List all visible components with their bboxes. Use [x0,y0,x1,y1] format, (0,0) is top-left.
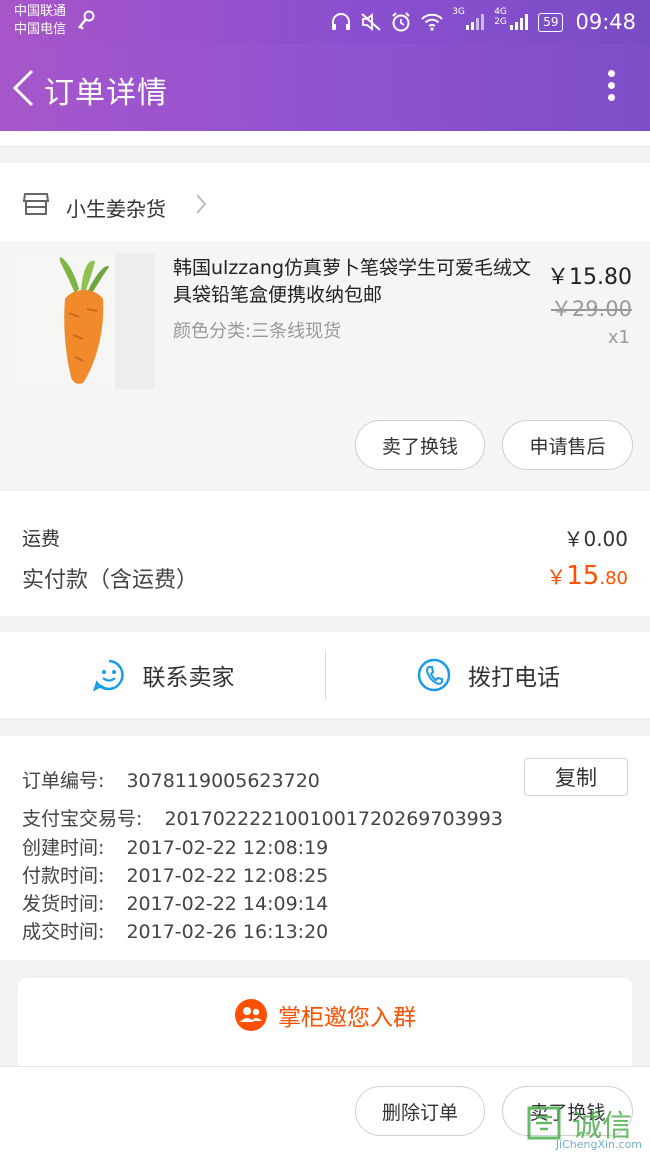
battery-indicator: 59 [538,12,564,32]
shop-icon [22,193,50,215]
shop-name[interactable]: 小生姜杂货 [66,193,166,222]
status-icons: 3G 4G 2G 59 09:48 [330,0,636,44]
product-image[interactable] [17,253,155,389]
paid-amount-value: ￥15.80 [546,561,628,591]
watermark-url: JiChengXin.com [555,1138,642,1151]
nav-bar: 订单详情 [0,44,650,131]
product-item[interactable]: 韩国ulzzang仿真萝卜笔袋学生可爱毛绒文具袋铅笔盒便携收纳包邮 颜色分类:三… [0,241,650,490]
product-price: ￥15.80 [547,265,632,290]
contact-seller-label: 联系卖家 [142,665,235,691]
paid-time-label: 付款时间: [22,865,105,887]
order-number-row: 订单编号: 3078119005623720 [22,766,320,793]
chat-smile-icon [92,659,124,692]
paid-amount-label: 实付款（含运费） [22,568,199,593]
paid-time: 2017-02-22 12:08:25 [126,865,329,887]
shipped-time: 2017-02-22 14:09:14 [126,893,329,915]
order-number: 3078119005623720 [126,770,320,792]
more-menu-icon[interactable] [608,70,616,106]
order-info: 订单编号: 3078119005623720 复制 支付宝交易号: 201702… [0,736,650,960]
bottom-action-bar: 删除订单 卖了换钱 诚信 JiChengXin.com [0,1066,650,1155]
apply-aftersale-button[interactable]: 申请售后 [502,420,633,470]
product-variant: 颜色分类:三条线现货 [173,321,342,342]
wifi-icon [421,13,443,31]
delete-order-button[interactable]: 删除订单 [355,1086,485,1136]
headphones-icon [332,13,351,30]
status-bar: 中国联通 中国电信 3G 4G 2G 59 09:48 [0,0,650,44]
paid-time-row: 付款时间: 2017-02-22 12:08:25 [22,861,328,888]
created-time-row: 创建时间: 2017-02-22 12:08:19 [22,833,328,860]
mute-icon [361,13,381,31]
contact-seller-button[interactable]: 联系卖家 [0,632,325,718]
group-invite-card[interactable]: 掌柜邀您入群 [18,978,632,1078]
carrier-1: 中国联通 [14,4,67,19]
carrot-pencil-case-image [17,253,155,389]
copy-button[interactable]: 复制 [524,758,628,796]
shipping-label: 运费 [22,528,61,550]
alipay-label: 支付宝交易号: [22,808,143,830]
done-time-row: 成交时间: 2017-02-26 16:13:20 [22,917,328,944]
created-time: 2017-02-22 12:08:19 [126,837,329,859]
alipay-number: 2017022221001001720269703993 [164,808,503,830]
created-time-label: 创建时间: [22,837,105,859]
group-people-icon [235,999,267,1031]
back-arrow-icon[interactable] [10,68,36,108]
call-phone-button[interactable]: 拨打电话 [326,632,650,718]
alipay-row: 支付宝交易号: 2017022221001001720269703993 [22,804,503,831]
signal-3g: 3G [452,7,486,31]
sell-for-cash-button[interactable]: 卖了换钱 [355,420,485,470]
product-quantity: x1 [607,327,630,348]
done-time: 2017-02-26 16:13:20 [126,921,329,943]
top-strip [0,131,650,147]
site-watermark: 诚信 JiChengXin.com [526,1097,646,1153]
carrier-info: 中国联通 中国电信 [14,3,66,39]
clock: 09:48 [575,10,636,34]
shipped-time-row: 发货时间: 2017-02-22 14:09:14 [22,889,328,916]
contact-row: 联系卖家 拨打电话 [0,632,650,718]
signal-4g2g: 4G 2G [494,7,530,31]
order-number-label: 订单编号: [22,770,105,792]
page-title: 订单详情 [44,76,168,111]
shop-row[interactable]: 小生姜杂货 [0,163,650,241]
call-phone-label: 拨打电话 [468,665,560,691]
group-invite-text: 掌柜邀您入群 [278,1005,416,1031]
product-title[interactable]: 韩国ulzzang仿真萝卜笔袋学生可爱毛绒文具袋铅笔盒便携收纳包邮 [173,255,535,309]
carrier-2: 中国电信 [14,22,67,37]
alarm-icon [392,12,410,32]
done-time-label: 成交时间: [22,921,105,943]
phone-icon [417,658,451,692]
chevron-right-icon [196,194,207,214]
shipping-value: ￥0.00 [563,527,628,551]
payment-summary: 运费 ￥0.00 实付款（含运费） ￥15.80 [0,491,650,616]
key-icon [78,10,95,30]
shipped-time-label: 发货时间: [22,893,105,915]
product-original-price: ￥29.00 [550,297,632,321]
watermark-logo-icon [527,1106,561,1140]
